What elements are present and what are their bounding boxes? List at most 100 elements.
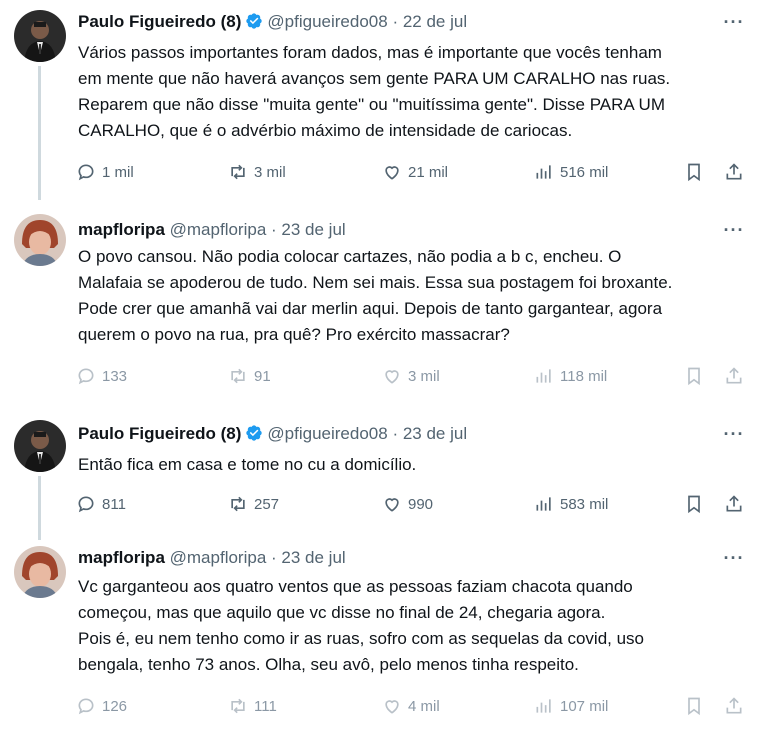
tweet-date[interactable]: 23 de jul xyxy=(403,424,467,443)
bookmark-button[interactable] xyxy=(684,492,710,516)
tweet-date[interactable]: 23 de jul xyxy=(281,548,345,567)
author-name[interactable]: Paulo Figueiredo (8) xyxy=(78,12,241,31)
more-options-icon[interactable]: ··· xyxy=(720,549,748,572)
author-name[interactable]: mapfloripa xyxy=(78,548,165,567)
more-options-icon[interactable]: ··· xyxy=(720,13,748,36)
share-button[interactable] xyxy=(724,492,750,516)
reply-count: 133 xyxy=(102,367,128,385)
like-button[interactable]: 4 mil xyxy=(382,694,440,718)
share-button[interactable] xyxy=(724,160,750,184)
views-chart-icon xyxy=(536,165,551,179)
views-chart-icon xyxy=(536,369,551,383)
reply-button[interactable]: 1 mil xyxy=(76,160,134,184)
heart-icon xyxy=(385,166,399,180)
tweet[interactable]: mapfloripa @mapfloripa · 23 de jul ··· V… xyxy=(0,540,768,731)
reply-count: 126 xyxy=(102,697,128,715)
like-button[interactable]: 21 mil xyxy=(382,160,448,184)
tweet-text: Então fica em casa e tome no cu a domicí… xyxy=(78,455,417,474)
retweet-count: 257 xyxy=(254,495,280,513)
like-button[interactable]: 990 xyxy=(382,492,433,516)
tweet[interactable]: mapfloripa @mapfloripa · 23 de jul ··· O… xyxy=(0,200,768,408)
views-button[interactable]: 118 mil xyxy=(534,364,607,388)
like-count: 4 mil xyxy=(408,697,440,715)
reply-button[interactable]: 133 xyxy=(76,364,127,388)
reply-count: 811 xyxy=(102,495,126,513)
thread-line xyxy=(38,476,41,540)
tweet-header: mapfloripa @mapfloripa · 23 de jul xyxy=(78,546,708,570)
retweet-icon xyxy=(231,368,245,384)
tweet-text: O povo cansou. Não podia colocar cartaze… xyxy=(78,247,673,344)
avatar[interactable] xyxy=(14,10,66,62)
share-button[interactable] xyxy=(724,364,750,388)
bookmark-button[interactable] xyxy=(684,364,710,388)
views-count: 107 mil xyxy=(560,697,609,715)
bookmark-icon xyxy=(688,697,700,716)
author-handle[interactable]: @pfigueiredo08 xyxy=(267,12,387,31)
thread-line xyxy=(38,66,41,200)
retweet-button[interactable]: 257 xyxy=(228,492,279,516)
tweet-text: Vc garganteou aos quatro ventos que as p… xyxy=(78,577,645,674)
author-name[interactable]: Paulo Figueiredo (8) xyxy=(78,424,241,443)
tweet[interactable]: Paulo Figueiredo (8) @pfigueiredo08 · 22 … xyxy=(0,0,768,200)
heart-icon xyxy=(385,700,399,714)
verified-badge-icon xyxy=(245,424,263,449)
reply-button[interactable]: 811 xyxy=(76,492,126,516)
retweet-icon xyxy=(231,698,245,714)
retweet-count: 111 xyxy=(254,697,277,715)
views-chart-icon xyxy=(536,497,551,511)
views-button[interactable]: 107 mil xyxy=(534,694,608,718)
avatar[interactable] xyxy=(14,420,66,472)
share-icon xyxy=(726,367,742,384)
reply-button[interactable]: 126 xyxy=(76,694,127,718)
retweet-icon xyxy=(231,164,245,180)
tweet-header: mapfloripa @mapfloripa · 23 de jul xyxy=(78,218,708,242)
tweet-text: Vários passos importantes foram dados, m… xyxy=(78,43,671,140)
tweet-actions: 1 mil 3 mil 21 mil 516 mil xyxy=(76,160,756,184)
retweet-button[interactable]: 91 xyxy=(228,364,271,388)
tweet-actions: 133 91 3 mil 118 mil xyxy=(76,364,756,388)
retweet-button[interactable]: 111 xyxy=(228,694,277,718)
tweet-actions: 811 257 990 583 mil xyxy=(76,492,756,516)
tweet-actions: 126 111 4 mil 107 mil xyxy=(76,694,756,718)
separator-dot: · xyxy=(271,220,277,239)
bookmark-icon xyxy=(688,163,700,182)
author-handle[interactable]: @mapfloripa xyxy=(170,220,267,239)
more-options-icon[interactable]: ··· xyxy=(720,425,748,448)
retweet-icon xyxy=(231,496,245,512)
verified-badge-icon xyxy=(245,12,263,37)
bookmark-button[interactable] xyxy=(684,160,710,184)
tweet-header: Paulo Figueiredo (8) @pfigueiredo08 · 23 … xyxy=(78,422,708,446)
author-name[interactable]: mapfloripa xyxy=(78,220,165,239)
separator-dot: · xyxy=(271,548,277,567)
share-icon xyxy=(726,697,742,714)
retweet-count: 3 mil xyxy=(254,163,286,181)
views-count: 583 mil xyxy=(560,495,609,513)
author-handle[interactable]: @pfigueiredo08 xyxy=(267,424,387,443)
bookmark-button[interactable] xyxy=(684,694,710,718)
retweet-count: 91 xyxy=(254,367,271,385)
reply-count: 1 mil xyxy=(102,163,134,181)
separator-dot: · xyxy=(392,424,399,443)
heart-icon xyxy=(385,498,399,512)
avatar[interactable] xyxy=(14,546,66,598)
tweet-date[interactable]: 23 de jul xyxy=(281,220,345,239)
like-button[interactable]: 3 mil xyxy=(382,364,440,388)
like-count: 21 mil xyxy=(408,163,449,181)
author-handle[interactable]: @mapfloripa xyxy=(170,548,267,567)
tweet[interactable]: Paulo Figueiredo (8) @pfigueiredo08 · 23 … xyxy=(0,408,768,540)
avatar[interactable] xyxy=(14,214,66,266)
retweet-button[interactable]: 3 mil xyxy=(228,160,286,184)
tweet-header: Paulo Figueiredo (8) @pfigueiredo08 · 22 … xyxy=(78,10,708,34)
reply-icon xyxy=(78,698,94,715)
like-count: 3 mil xyxy=(408,367,440,385)
views-button[interactable]: 583 mil xyxy=(534,492,608,516)
views-button[interactable]: 516 mil xyxy=(534,160,608,184)
more-options-icon[interactable]: ··· xyxy=(720,221,748,244)
share-button[interactable] xyxy=(724,694,750,718)
heart-icon xyxy=(385,370,399,384)
tweet-date[interactable]: 22 de jul xyxy=(403,12,467,31)
bookmark-icon xyxy=(688,495,700,514)
views-count: 118 mil xyxy=(560,367,608,385)
share-icon xyxy=(726,163,742,180)
views-chart-icon xyxy=(536,699,551,713)
